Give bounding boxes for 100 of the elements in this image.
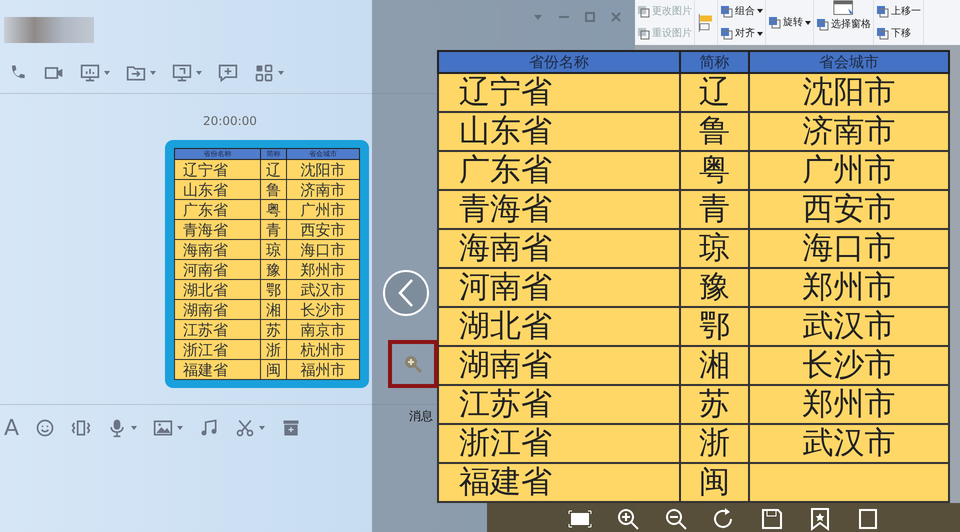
add-comment-icon[interactable]	[218, 62, 238, 82]
table-cell: 鄂	[680, 307, 750, 346]
table-cell: 湖北省	[174, 280, 261, 300]
table-cell: 粤	[680, 151, 750, 190]
table-cell: 郑州市	[286, 260, 360, 280]
table-cell: 山东省	[438, 112, 680, 151]
table-cell: 济南市	[286, 180, 360, 200]
table-cell: 湘	[680, 346, 750, 385]
box-icon[interactable]	[281, 418, 302, 438]
ribbon-button[interactable]: 组合	[720, 4, 763, 19]
table-cell: 豫	[680, 268, 750, 307]
table-cell: 长沙市	[286, 300, 360, 320]
chevron-left-icon[interactable]	[396, 278, 416, 308]
table-cell: 南京市	[286, 320, 360, 340]
table-cell: 浙江省	[438, 424, 680, 463]
layer-icon	[768, 16, 781, 29]
table-cell: 广州市	[749, 151, 949, 190]
table-cell: 郑州市	[749, 268, 949, 307]
table-cell: 武汉市	[749, 307, 949, 346]
ribbon-button[interactable]: 对齐	[720, 26, 763, 42]
table-cell: 浙	[260, 340, 286, 360]
table-cell: 武汉市	[749, 424, 949, 463]
table-cell: 闽	[260, 360, 286, 380]
table-cell: 福州市	[286, 360, 360, 380]
caret-icon[interactable]	[757, 9, 763, 14]
table-cell: 湖南省	[438, 346, 680, 385]
music-note-icon[interactable]	[199, 418, 220, 438]
previous-button[interactable]	[383, 270, 429, 316]
layer-icon	[816, 18, 829, 31]
column-header: 省会城市	[749, 51, 949, 73]
table-cell: 福建省	[174, 360, 261, 380]
close-icon[interactable]	[611, 12, 621, 22]
shake-icon[interactable]	[71, 418, 92, 438]
image-icon[interactable]	[153, 418, 174, 438]
layer-icon	[720, 4, 733, 18]
table-cell: 杭州市	[286, 340, 360, 360]
monitor-cursor-icon[interactable]	[172, 62, 192, 82]
table-cell: 鄂	[260, 280, 286, 300]
ribbon-button[interactable]: 下移	[876, 26, 921, 42]
table-cell: 豫	[260, 260, 286, 280]
ribbon-button[interactable]: 选择窗格	[816, 17, 871, 32]
table-cell: 山东省	[174, 180, 261, 200]
table-cell: 武汉市	[286, 280, 360, 300]
table-cell: 苏	[680, 385, 750, 424]
table-cell: 湖南省	[174, 300, 261, 320]
monitor-chart-icon[interactable]	[80, 62, 100, 82]
table-cell: 河南省	[438, 268, 680, 307]
column-header: 简称	[680, 51, 750, 73]
table-cell: 江苏省	[438, 385, 680, 424]
caret-icon[interactable]	[805, 20, 811, 24]
table-cell: 鲁	[260, 180, 286, 200]
table-cell: 浙江省	[174, 340, 261, 360]
table-cell: 郑州市	[749, 385, 949, 424]
table-cell: 济南市	[749, 112, 949, 151]
side-label: 消息	[409, 408, 433, 425]
table-cell: 青海省	[174, 220, 261, 240]
layer-icon	[876, 4, 889, 18]
table-cell: 辽	[680, 73, 750, 112]
message-timestamp: 20:00:00	[203, 114, 257, 128]
picture-icon	[637, 27, 650, 40]
caret-icon[interactable]	[757, 32, 763, 36]
picture-icon	[637, 4, 650, 18]
layer-icon	[720, 27, 733, 40]
table-cell: 江苏省	[174, 320, 261, 340]
save-icon[interactable]	[760, 506, 784, 530]
font-button[interactable]: A	[4, 412, 20, 444]
zoom-out-icon[interactable]	[664, 506, 688, 530]
table-cell: 琼	[680, 229, 750, 268]
table-cell: 河南省	[174, 260, 261, 280]
table-cell: 琼	[260, 240, 286, 260]
table-cell: 海南省	[174, 240, 261, 260]
dropdown-icon[interactable]	[533, 12, 543, 22]
table-cell: 沈阳市	[286, 160, 360, 180]
table-cell: 浙	[680, 424, 750, 463]
table-cell: 海口市	[749, 229, 949, 268]
table-cell: 沈阳市	[749, 73, 949, 112]
grid-icon[interactable]	[254, 62, 274, 82]
table-cell: 辽宁省	[174, 160, 261, 180]
table-cell: 粤	[260, 200, 286, 220]
table-cell: 辽	[260, 160, 286, 180]
table-cell: 青	[680, 190, 750, 229]
table-cell: 西安市	[749, 190, 949, 229]
table-cell: 广东省	[174, 200, 261, 220]
maximize-icon[interactable]	[585, 12, 595, 22]
zoom-in-icon[interactable]	[616, 506, 640, 530]
table-cell: 长沙市	[749, 346, 949, 385]
table-cell: 湖北省	[438, 307, 680, 346]
ribbon-button[interactable]: 上移一	[876, 4, 921, 19]
layer-icon	[876, 27, 889, 40]
table-cell: 湘	[260, 300, 286, 320]
table-cell: 鲁	[680, 112, 750, 151]
table-cell: 苏	[260, 320, 286, 340]
scissors-icon[interactable]	[235, 418, 256, 438]
ribbon-button[interactable]: 旋转	[768, 15, 811, 30]
table-cell: 海口市	[286, 240, 360, 260]
column-header: 省份名称	[438, 51, 680, 73]
table-cell: 广东省	[438, 151, 680, 190]
table-cell: 辽宁省	[438, 73, 680, 112]
selection-pane-icon[interactable]	[832, 0, 854, 17]
smiley-icon[interactable]	[35, 418, 56, 438]
